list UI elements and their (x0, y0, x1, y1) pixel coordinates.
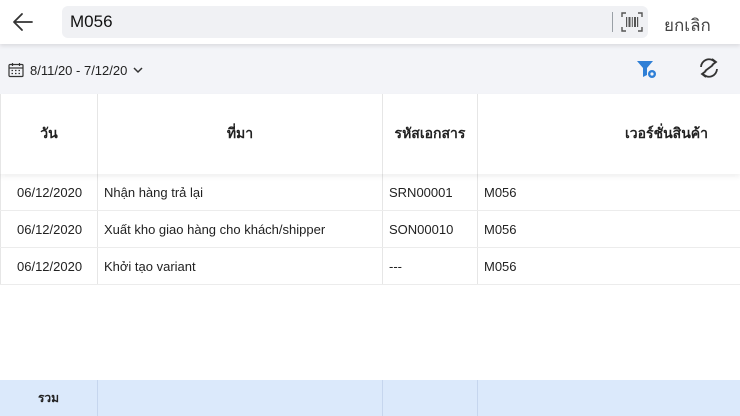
cancel-button[interactable]: ยกเลิก (664, 12, 711, 39)
source-cell: Nhận hàng trả lại (98, 174, 383, 210)
doc-code-cell: --- (383, 248, 478, 284)
column-header-date[interactable]: วัน (0, 94, 98, 174)
doc-code-link[interactable]: SRN00001 (383, 174, 478, 210)
column-header-variant[interactable]: เวอร์ชั่นสินค้า (478, 94, 740, 174)
column-header-source[interactable]: ที่มา (98, 94, 383, 174)
sync-button[interactable] (697, 56, 721, 80)
filter-settings-button[interactable] (635, 58, 659, 80)
date-cell: 06/12/2020 (0, 174, 98, 210)
sync-icon (700, 58, 718, 78)
total-label: รวม (0, 380, 98, 416)
table-row[interactable]: 06/12/2020 Xuất kho giao hàng cho khách/… (0, 211, 740, 248)
search-input[interactable] (70, 6, 590, 38)
total-cell (98, 380, 383, 416)
total-cell (383, 380, 478, 416)
date-cell: 06/12/2020 (0, 211, 98, 247)
total-cell (478, 380, 740, 416)
variant-cell: M056 (484, 221, 517, 237)
total-row: รวม (0, 380, 740, 416)
search-box (62, 6, 648, 38)
variant-cell: M056 (484, 184, 517, 200)
history-table: วัน ที่มา รหัสเอกสาร เวอร์ชั่นสินค้า 06/… (0, 94, 740, 285)
barcode-icon (621, 12, 643, 32)
barcode-scan-button[interactable] (620, 11, 644, 33)
chevron-down-icon (133, 67, 143, 74)
column-header-doc-code[interactable]: รหัสเอกสาร (383, 94, 478, 174)
arrow-left-icon (13, 13, 33, 31)
search-divider (612, 12, 613, 32)
variant-cell: M056 (484, 258, 517, 274)
doc-code-link[interactable]: SON00010 (383, 211, 478, 247)
table-row[interactable]: 06/12/2020 Khởi tạo variant --- M056 (0, 248, 740, 285)
source-cell: Khởi tạo variant (98, 248, 383, 284)
date-range-label: 8/11/20 - 7/12/20 (30, 62, 128, 78)
date-cell: 06/12/2020 (0, 248, 98, 284)
back-button[interactable] (10, 8, 38, 36)
filter-settings-icon (637, 61, 656, 78)
top-bar: ยกเลิก (0, 0, 740, 44)
table-row[interactable]: 06/12/2020 Nhận hàng trả lại SRN00001 M0… (0, 174, 740, 211)
table-header: วัน ที่มา รหัสเอกสาร เวอร์ชั่นสินค้า (0, 94, 740, 174)
source-cell: Xuất kho giao hàng cho khách/shipper (98, 211, 383, 247)
date-range-picker[interactable]: 8/11/20 - 7/12/20 (8, 60, 143, 80)
calendar-icon (8, 63, 24, 78)
filter-bar: 8/11/20 - 7/12/20 (0, 44, 740, 94)
